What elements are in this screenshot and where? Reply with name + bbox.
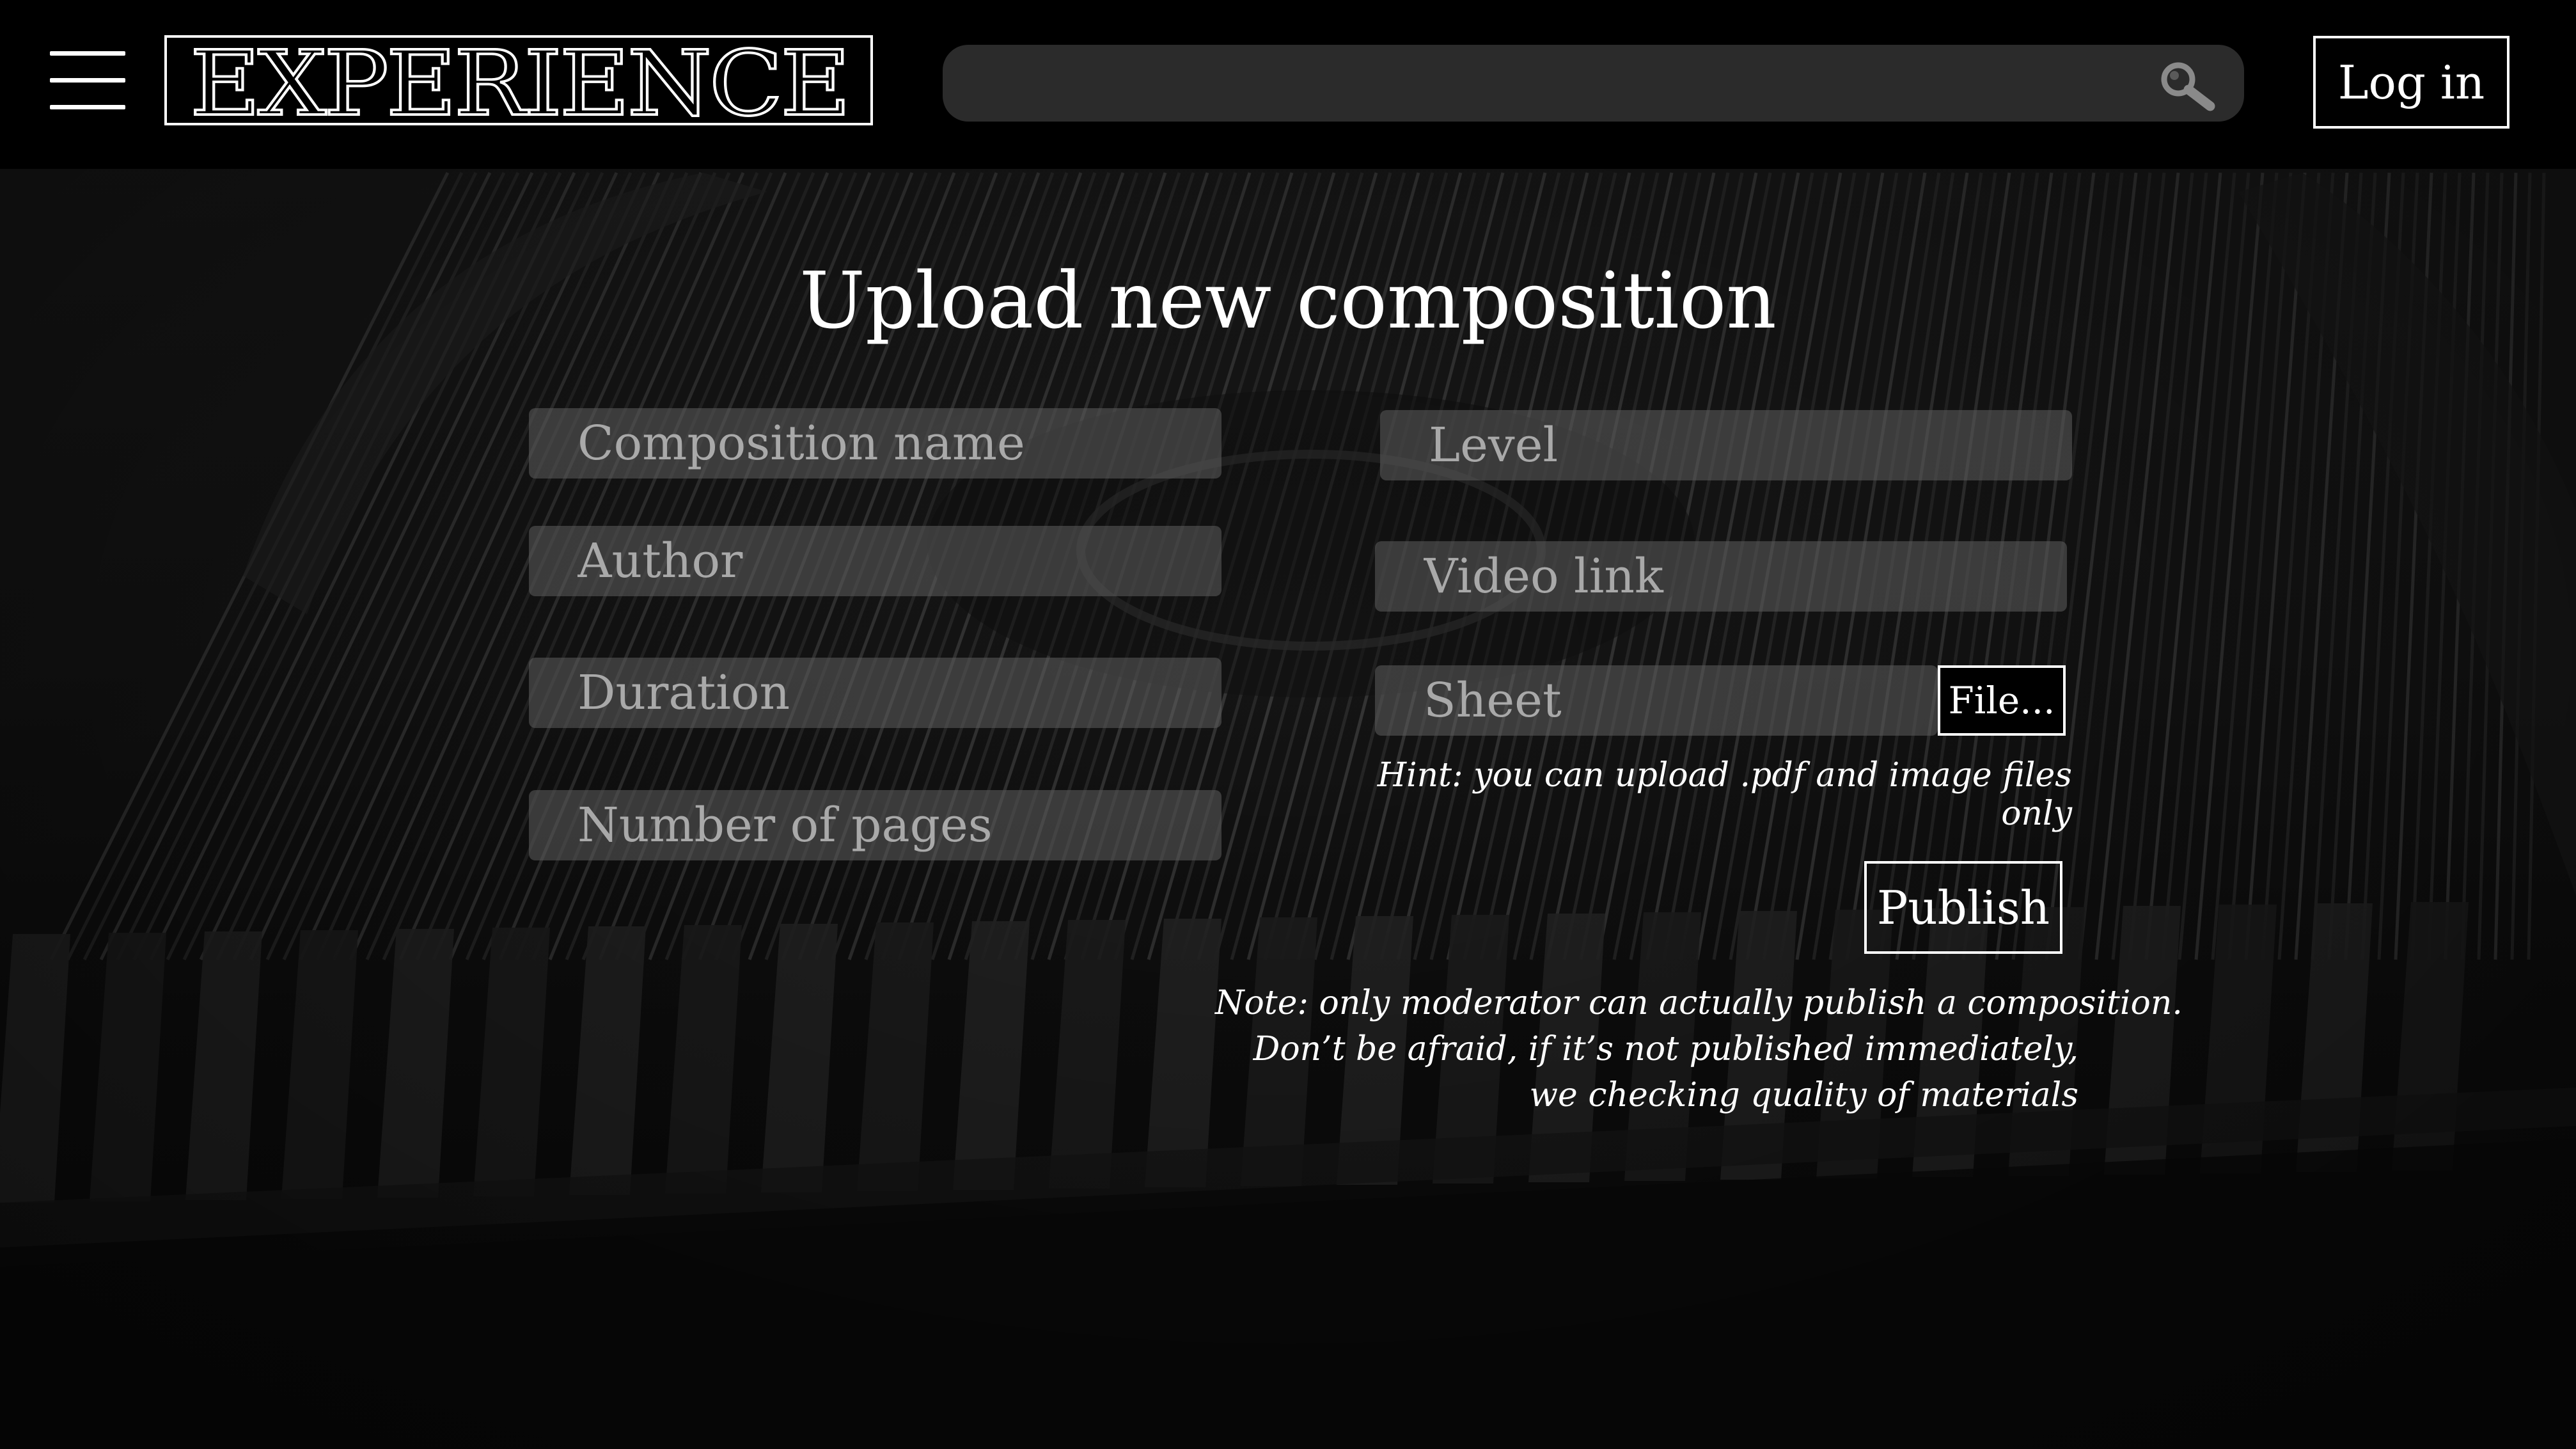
composition-name-field	[529, 408, 1221, 479]
upload-hint: Hint: you can upload .pdf and image file…	[1377, 756, 2072, 833]
page-title: Upload new composition	[799, 255, 1777, 346]
author-input[interactable]	[529, 526, 1221, 596]
file-upload-button[interactable]: File...	[1938, 665, 2066, 736]
level-field	[1380, 410, 2072, 480]
composition-name-input[interactable]	[529, 408, 1221, 479]
author-field	[529, 526, 1221, 596]
number-of-pages-input[interactable]	[529, 790, 1221, 860]
site-logo[interactable]: EXPERIENCE	[164, 35, 873, 125]
video-link-input[interactable]	[1375, 541, 2067, 612]
duration-input[interactable]	[529, 658, 1221, 728]
top-header: EXPERIENCE Log in	[0, 0, 2576, 169]
moderation-note-line: Note: only moderator can actually publis…	[1215, 984, 2183, 1022]
site-logo-text: EXPERIENCE	[188, 35, 852, 125]
sheet-field	[1375, 665, 1938, 736]
sheet-input[interactable]	[1375, 665, 1938, 736]
moderation-note-line: Don’t be afraid, if it’s not published i…	[1253, 1030, 2078, 1068]
login-button[interactable]: Log in	[2313, 36, 2509, 129]
piano-background-image	[0, 0, 2576, 1449]
moderation-note: Note: only moderator can actually publis…	[1215, 980, 2183, 1118]
number-of-pages-field	[529, 790, 1221, 860]
search-icon[interactable]	[2155, 59, 2219, 111]
search-bar	[943, 45, 2244, 123]
page: EXPERIENCE Log in Upload new composition	[0, 0, 2576, 1449]
video-link-field	[1375, 541, 2067, 612]
moderation-note-line: we checking quality of materials	[1529, 1076, 2078, 1114]
search-input[interactable]	[975, 45, 2116, 123]
publish-button[interactable]: Publish	[1864, 861, 2062, 954]
level-input[interactable]	[1380, 410, 2072, 480]
hamburger-menu-icon[interactable]	[50, 50, 125, 111]
duration-field	[529, 658, 1221, 728]
